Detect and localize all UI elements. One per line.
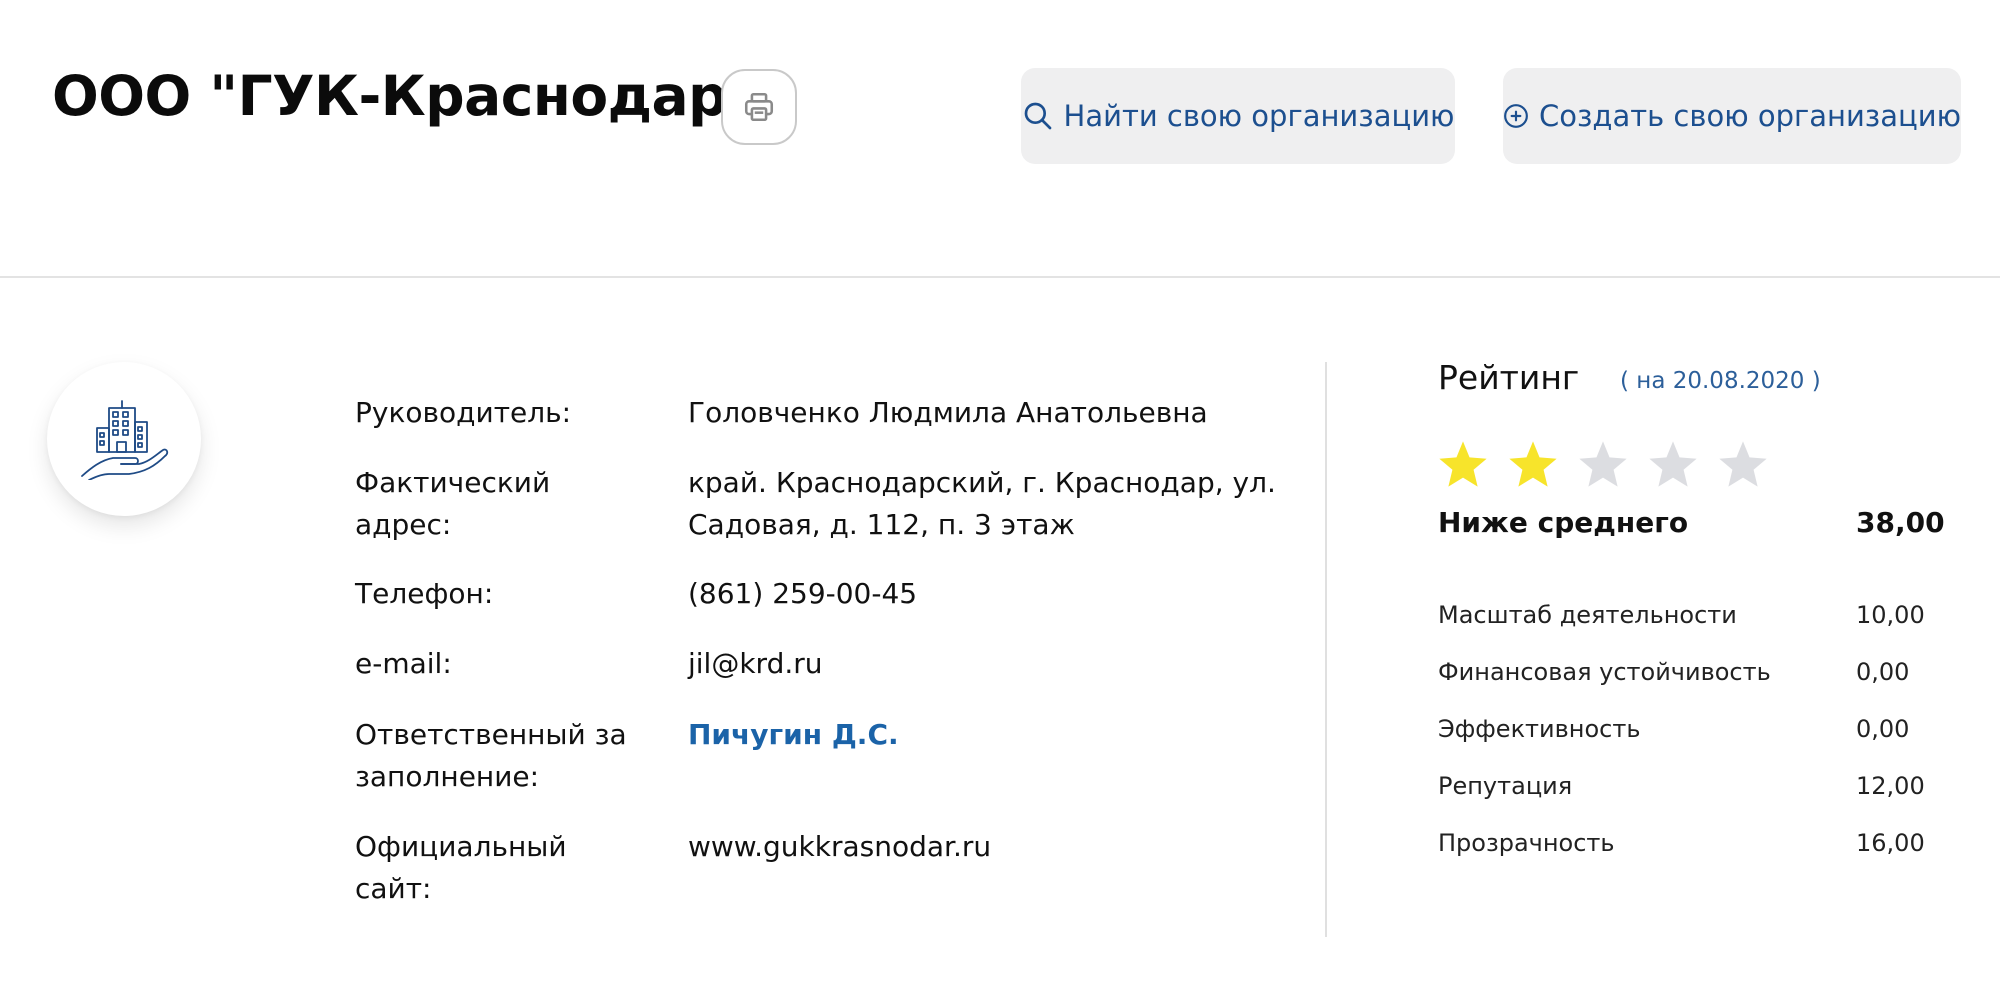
printer-icon <box>744 92 774 122</box>
create-organization-button[interactable]: Создать свою организацию <box>1503 68 1961 164</box>
metric-value: 12,00 <box>1856 772 1925 800</box>
responsible-person-link[interactable]: Пичугин Д.С. <box>688 714 1288 756</box>
metric-value: 16,00 <box>1856 829 1925 857</box>
metric-value: 0,00 <box>1856 658 1910 686</box>
find-organization-label: Найти свою организацию <box>1063 99 1455 133</box>
rating-stars <box>1436 438 1770 492</box>
detail-label-responsible: Ответственный за заполнение: <box>355 718 627 793</box>
rating-date: ( на 20.08.2020 ) <box>1620 368 1821 394</box>
star-filled-icon <box>1509 441 1557 487</box>
metric-name: Эффективность <box>1438 715 1641 743</box>
plus-circle-icon <box>1504 104 1528 128</box>
detail-label-email: e-mail: <box>355 647 452 680</box>
detail-value-director: Головченко Людмила Анатольевна <box>688 396 1208 429</box>
metric-name: Репутация <box>1438 772 1573 800</box>
detail-label-phone: Телефон: <box>355 577 494 610</box>
detail-value-website: www.gukkrasnodar.ru <box>688 830 992 863</box>
search-icon <box>1024 102 1051 130</box>
detail-label-website: Официальный сайт: <box>355 830 567 905</box>
detail-label-address: Фактический адрес: <box>355 466 551 541</box>
metric-name: Прозрачность <box>1438 829 1615 857</box>
star-filled-icon <box>1439 441 1487 487</box>
star-empty-icon <box>1719 441 1767 487</box>
section-divider <box>1325 362 1327 937</box>
rating-level: Ниже среднего <box>1438 506 1689 539</box>
find-organization-button[interactable]: Найти свою организацию <box>1021 68 1455 164</box>
metric-name: Масштаб деятельности <box>1438 601 1737 629</box>
detail-value-phone: (861) 259-00-45 <box>688 577 918 610</box>
detail-label-director: Руководитель: <box>355 396 572 429</box>
building-in-hand-icon <box>81 400 169 480</box>
create-organization-label: Создать свою организацию <box>1538 99 1961 133</box>
metric-value: 10,00 <box>1856 601 1925 629</box>
organization-logo <box>47 362 201 516</box>
header-divider <box>0 276 2000 278</box>
metric-value: 0,00 <box>1856 715 1910 743</box>
star-empty-icon <box>1649 441 1697 487</box>
print-button[interactable] <box>721 69 797 145</box>
metric-name: Финансовая устойчивость <box>1438 658 1771 686</box>
detail-value-email: jil@krd.ru <box>688 647 823 680</box>
page-title: ООО "ГУК-Краснодар" <box>52 64 756 128</box>
star-empty-icon <box>1579 441 1627 487</box>
rating-title: Рейтинг <box>1438 358 1580 397</box>
detail-value-address: край. Краснодарский, г. Краснодар, ул. С… <box>688 466 1276 541</box>
rating-score: 38,00 <box>1856 506 1945 539</box>
